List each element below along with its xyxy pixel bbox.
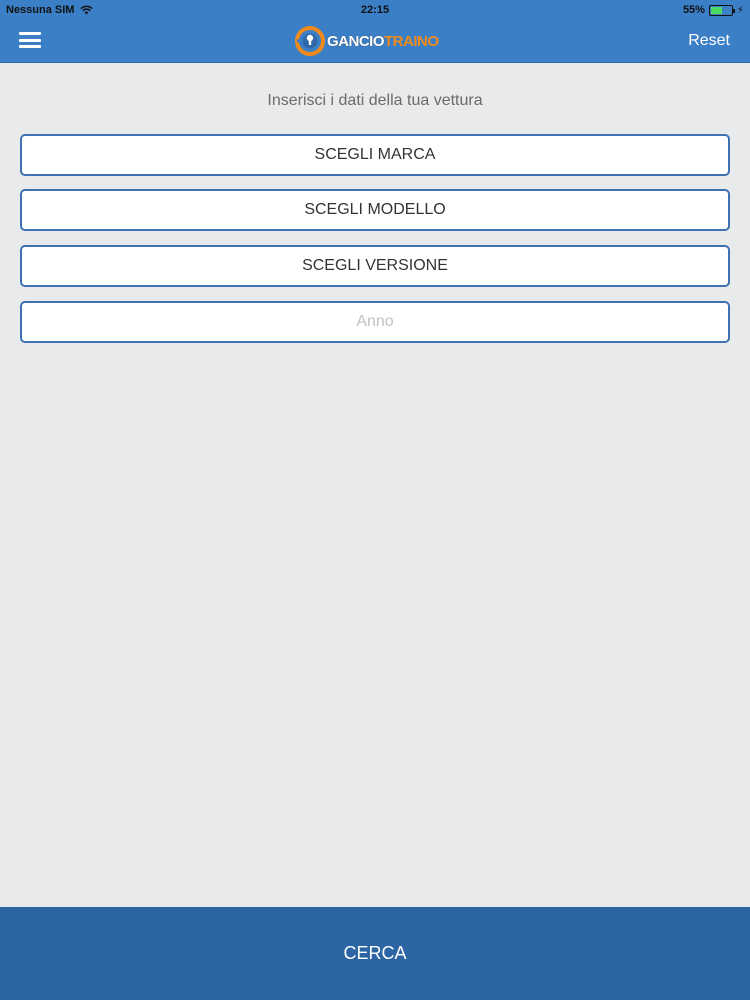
select-model-button[interactable]: SCEGLI MODELLO bbox=[20, 189, 730, 231]
select-version-button[interactable]: SCEGLI VERSIONE bbox=[20, 245, 730, 287]
status-battery-group: 55% ⚡ bbox=[683, 4, 744, 16]
logo-text-gancio: GANCIO bbox=[327, 32, 385, 50]
battery-level-fill bbox=[710, 6, 722, 14]
logo-wordmark: GANCIOTRAINO bbox=[327, 33, 439, 50]
select-model-label: SCEGLI MODELLO bbox=[304, 201, 446, 218]
search-button[interactable]: CERCA bbox=[0, 907, 750, 1000]
app-logo: GANCIOTRAINO bbox=[295, 26, 439, 56]
app-header: Nessuna SIM 22:15 55% ⚡ GANCIOTRAINO Res… bbox=[0, 0, 750, 63]
select-brand-label: SCEGLI MARCA bbox=[314, 146, 436, 163]
reset-button[interactable]: Reset bbox=[688, 32, 730, 50]
hamburger-menu-icon[interactable] bbox=[19, 31, 41, 49]
year-field-container bbox=[20, 301, 730, 343]
status-time: 22:15 bbox=[360, 4, 390, 16]
charging-icon: ⚡ bbox=[736, 4, 744, 16]
search-button-label: CERCA bbox=[343, 943, 407, 963]
nav-bar: GANCIOTRAINO Reset bbox=[0, 20, 750, 63]
select-version-label: SCEGLI VERSIONE bbox=[302, 257, 448, 274]
tow-hitch-logo-icon bbox=[295, 26, 325, 56]
select-brand-button[interactable]: SCEGLI MARCA bbox=[20, 134, 730, 176]
form-prompt: Inserisci i dati della tua vettura bbox=[267, 92, 483, 109]
logo-text-traino: TRAINO bbox=[384, 32, 439, 50]
battery-percent: 55% bbox=[682, 4, 705, 16]
status-bar: Nessuna SIM 22:15 55% ⚡ bbox=[0, 0, 750, 20]
battery-icon bbox=[708, 4, 735, 16]
year-input[interactable] bbox=[22, 303, 728, 341]
